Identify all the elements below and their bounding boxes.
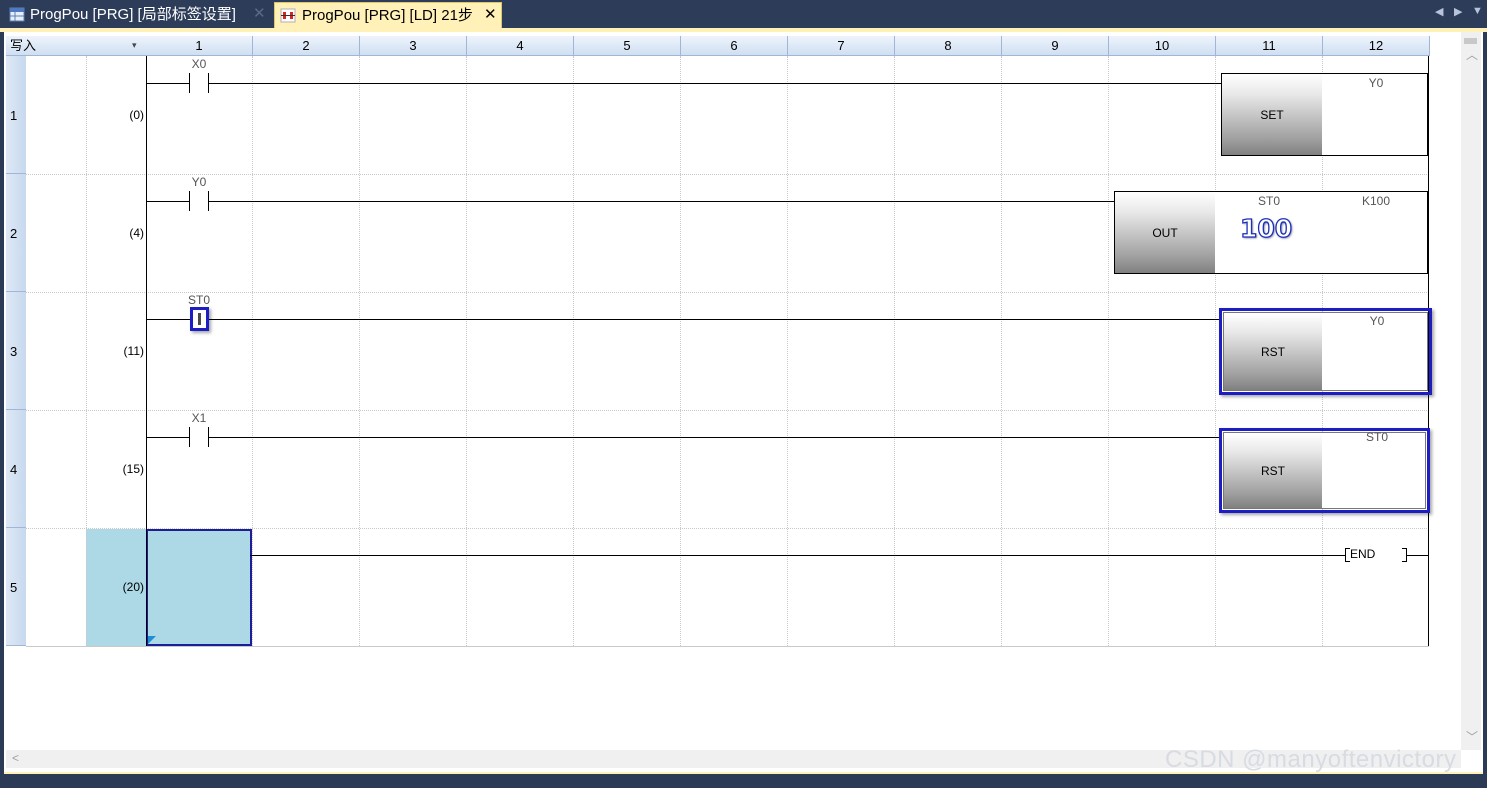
tab-label: ProgPou [PRG] [局部标签设置] xyxy=(30,6,236,23)
chevron-down-icon[interactable]: ▾ xyxy=(132,36,137,55)
rung-wire xyxy=(147,83,189,84)
grid-line xyxy=(86,56,87,646)
grid-line xyxy=(894,56,895,646)
contact-symbol[interactable] xyxy=(189,191,190,211)
ladder-program-icon xyxy=(280,8,296,23)
tab-local-labels[interactable]: ProgPou [PRG] [局部标签设置] ✕ xyxy=(4,2,272,28)
instruction-name: SET xyxy=(1222,74,1322,155)
close-icon[interactable]: ✕ xyxy=(484,3,497,27)
grid-line xyxy=(359,56,360,646)
step-number: (20) xyxy=(122,580,144,594)
operand-label: Y0 xyxy=(1369,314,1385,328)
grid-line xyxy=(26,410,1429,411)
operand-label: ST0 xyxy=(1257,194,1280,208)
step-number: (11) xyxy=(123,344,144,358)
editor-tab-bar: ProgPou [PRG] [局部标签设置] ✕ ProgPou [PRG] [… xyxy=(0,0,1487,28)
column-header: 9 xyxy=(1002,36,1109,56)
contact-device-label: X0 xyxy=(191,57,207,71)
instruction-name: OUT xyxy=(1115,192,1215,273)
contact-device-label: Y0 xyxy=(191,175,207,189)
column-header: 3 xyxy=(360,36,467,56)
grid-line xyxy=(1108,56,1109,646)
tab-ladder-program[interactable]: ProgPou [PRG] [LD] 21步 ✕ xyxy=(274,2,502,28)
instruction-name: RST xyxy=(1224,433,1322,508)
contact-symbol[interactable] xyxy=(189,427,190,447)
contact-device-label: ST0 xyxy=(187,293,210,307)
grid-line xyxy=(573,56,574,646)
row-header[interactable]: 3 xyxy=(6,292,26,410)
contact-selected[interactable] xyxy=(190,307,209,331)
column-header: 11 xyxy=(1216,36,1323,56)
rst-instruction-selected[interactable]: RST Y0 xyxy=(1219,308,1432,395)
grid-line xyxy=(680,56,681,646)
step-number: (0) xyxy=(129,108,144,122)
grid-line xyxy=(26,646,1429,647)
scroll-down-icon[interactable]: ﹀ xyxy=(1466,728,1478,745)
column-header: 10 xyxy=(1109,36,1216,56)
grid-line xyxy=(26,174,1429,175)
tab-scroll-left-icon[interactable]: ◀ xyxy=(1435,5,1443,18)
column-header: 7 xyxy=(788,36,895,56)
grid-line xyxy=(26,292,1429,293)
column-header: 5 xyxy=(574,36,681,56)
tab-scroll-right-icon[interactable]: ▶ xyxy=(1454,5,1462,18)
grid-line xyxy=(252,56,253,646)
column-header: 12 xyxy=(1323,36,1430,56)
operand-label: ST0 xyxy=(1365,430,1388,444)
grid-line xyxy=(1001,56,1002,646)
edit-mode-selector[interactable]: 写入 ▾ xyxy=(6,36,146,56)
status-strip xyxy=(0,774,1487,788)
end-bracket-right xyxy=(1402,548,1407,549)
end-bracket-right xyxy=(1402,561,1407,562)
column-header: 1 xyxy=(146,36,253,56)
rst-instruction-selected[interactable]: RST ST0 xyxy=(1219,428,1430,513)
grid-line xyxy=(1215,56,1216,646)
column-header: 4 xyxy=(467,36,574,56)
vertical-scroll-thumb[interactable] xyxy=(1464,38,1477,44)
row-header[interactable]: 4 xyxy=(6,410,26,528)
set-instruction[interactable]: SET Y0 xyxy=(1221,73,1428,156)
grid-line xyxy=(787,56,788,646)
rung-wire xyxy=(147,437,189,438)
watermark: CSDN @manyoftenvictory xyxy=(1165,746,1457,773)
left-power-rail xyxy=(146,56,147,646)
end-instruction[interactable]: END xyxy=(1350,547,1375,561)
column-header: 8 xyxy=(895,36,1002,56)
operand-label: K100 xyxy=(1361,194,1391,208)
end-bracket-right xyxy=(1406,548,1407,562)
operand-label: Y0 xyxy=(1368,76,1384,90)
timer-monitor-value: 100 xyxy=(1239,213,1293,243)
column-header: 6 xyxy=(681,36,788,56)
rung-wire xyxy=(147,319,1221,320)
end-bracket-left xyxy=(1345,548,1346,562)
instruction-name: RST xyxy=(1224,313,1322,390)
rung-wire xyxy=(1406,555,1428,556)
rung-wire xyxy=(147,201,189,202)
rung-wire xyxy=(250,555,1346,556)
end-bracket-left xyxy=(1345,561,1350,562)
row-header[interactable]: 1 xyxy=(6,56,26,174)
step-number: (15) xyxy=(122,462,144,476)
tab-list-icon[interactable]: ▼ xyxy=(1472,5,1483,17)
rung-wire xyxy=(208,437,1219,438)
contact-device-label: X1 xyxy=(191,411,207,425)
scroll-left-icon[interactable]: < xyxy=(12,751,19,765)
vertical-scrollbar[interactable]: ︿ ﹀ xyxy=(1461,32,1481,750)
grid-line xyxy=(466,56,467,646)
close-icon[interactable]: ✕ xyxy=(253,2,266,26)
cursor-marker-icon xyxy=(148,636,156,644)
contact-symbol[interactable] xyxy=(189,73,190,93)
row-header[interactable]: 5 xyxy=(6,528,26,646)
rung-wire xyxy=(208,83,1221,84)
scroll-up-icon[interactable]: ︿ xyxy=(1466,46,1478,63)
tab-label: ProgPou [PRG] [LD] 21步 xyxy=(302,7,473,24)
grid-line xyxy=(26,528,1429,529)
label-table-icon xyxy=(9,7,25,22)
column-header: 2 xyxy=(253,36,360,56)
ladder-cursor[interactable] xyxy=(146,529,252,646)
row-header[interactable]: 2 xyxy=(6,174,26,292)
rung-wire xyxy=(208,201,1114,202)
step-number: (4) xyxy=(129,226,144,240)
edit-mode-label: 写入 xyxy=(10,38,37,53)
